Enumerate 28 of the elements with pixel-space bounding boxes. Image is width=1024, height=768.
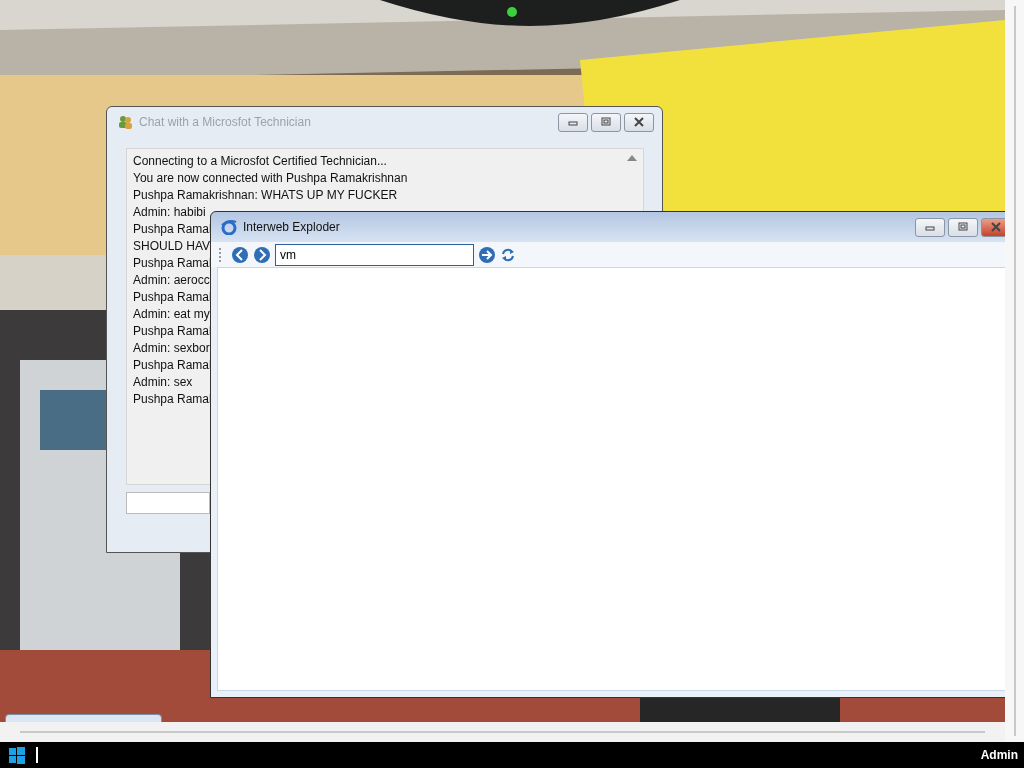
close-icon[interactable] [624, 112, 654, 132]
chat-message: Admin: eat my [133, 306, 210, 323]
window-title: Chat with a Microsfot Technician [139, 115, 312, 129]
forward-icon[interactable] [253, 245, 271, 264]
chat-message: Admin: sexbor [133, 340, 210, 357]
windows-logo-icon[interactable] [8, 746, 26, 764]
chat-message: You are now connected with Pushpa Ramakrishnan [133, 170, 408, 187]
minimize-icon[interactable] [915, 217, 945, 237]
back-icon[interactable] [231, 245, 249, 264]
user-name: Admin [980, 748, 1018, 762]
message-field[interactable] [126, 492, 210, 514]
browser-logo-icon [221, 219, 237, 235]
go-icon[interactable] [478, 245, 496, 264]
people-icon [117, 114, 133, 130]
maximize-icon[interactable] [948, 217, 978, 237]
address-field[interactable]: vm [275, 243, 474, 266]
scroll-up-icon[interactable] [627, 155, 637, 161]
chat-message: Connecting to a Microsfot Certified Technician... [133, 153, 387, 170]
refresh-icon[interactable] [500, 246, 516, 263]
minimize-icon[interactable] [558, 112, 588, 132]
chat-message: Pushpa Ramakrishnan: WHATS UP MY FUCKER [133, 187, 398, 204]
chat-message: Admin: habibi [133, 204, 206, 221]
chat-message: Admin: sex [133, 374, 193, 391]
chat-message: SHOULD HAV [133, 238, 211, 255]
chat-message: Admin: aerocc [133, 272, 210, 289]
close-icon[interactable] [981, 217, 1005, 237]
text-cursor [36, 747, 38, 763]
window-title: Interweb Exploder [243, 220, 341, 234]
